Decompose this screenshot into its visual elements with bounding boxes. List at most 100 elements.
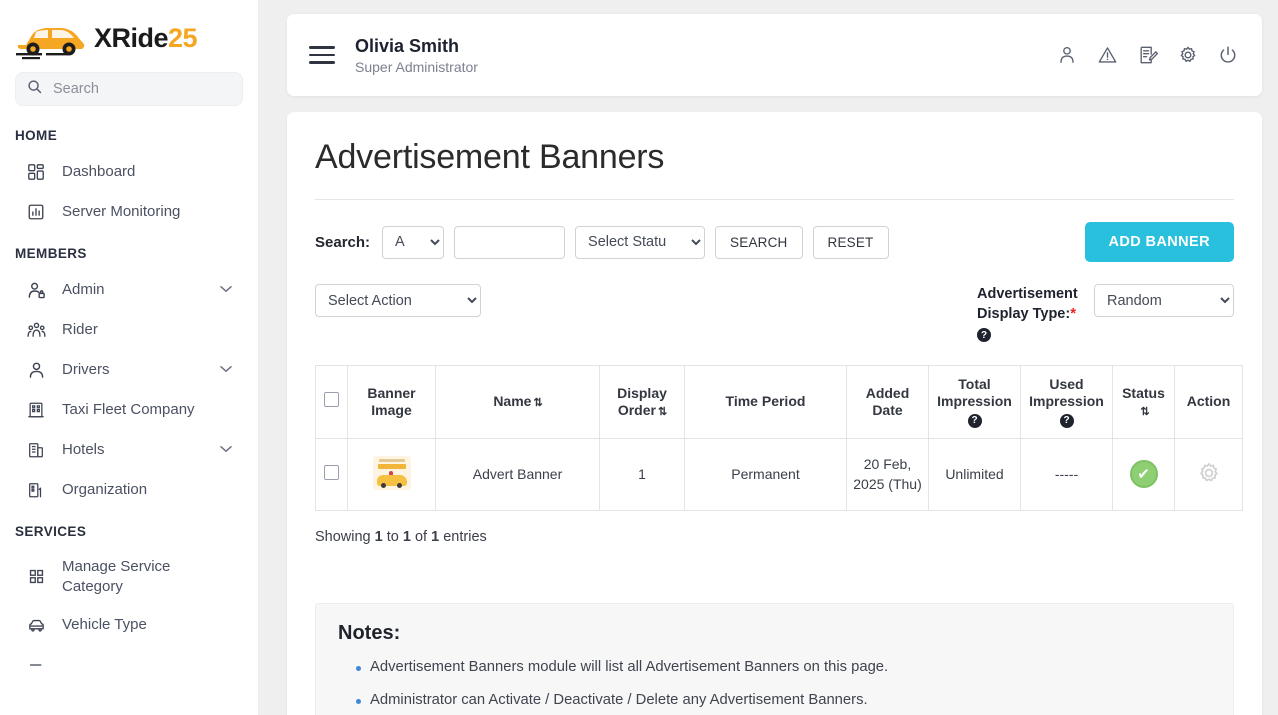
table-showing-info: Showing 1 to 1 of 1 entries	[315, 529, 1234, 545]
showing-total: 1	[431, 529, 439, 545]
user-lock-icon	[25, 279, 47, 301]
sidebar-item-label: Organization	[62, 480, 147, 500]
sidebar-item-partial[interactable]	[0, 645, 258, 685]
th-display-order[interactable]: Display Order⇅	[600, 365, 685, 438]
people-icon	[25, 319, 47, 341]
banner-thumbnail-image[interactable]	[373, 456, 411, 490]
hamburger-menu-icon[interactable]	[309, 46, 335, 63]
table-row: Advert Banner 1 Permanent 20 Feb, 2025 (…	[316, 438, 1243, 510]
add-banner-button[interactable]: ADD BANNER	[1085, 222, 1234, 262]
power-icon[interactable]	[1218, 45, 1238, 65]
row-banner-image-cell	[348, 438, 436, 510]
brand-logo-area[interactable]: XRide25	[0, 0, 258, 72]
chevron-down-icon[interactable]	[220, 364, 232, 376]
main-content: Olivia Smith Super Administrator	[259, 0, 1278, 715]
th-name-label: Name	[493, 393, 531, 409]
title-divider	[315, 199, 1234, 200]
row-name: Advert Banner	[436, 438, 600, 510]
gear-icon[interactable]	[1178, 45, 1198, 65]
row-checkbox[interactable]	[324, 465, 339, 480]
search-button[interactable]: SEARCH	[715, 226, 802, 259]
sidebar-item-label: Admin	[62, 280, 105, 300]
sidebar-search-box[interactable]	[15, 72, 243, 106]
sidebar-item-organization[interactable]: Organization	[0, 470, 258, 510]
search-icon	[27, 79, 42, 99]
sidebar-item-label: Dashboard	[62, 162, 135, 182]
required-asterisk: *	[1070, 305, 1076, 322]
row-action-cell	[1175, 438, 1243, 510]
notes-title: Notes:	[338, 622, 1211, 645]
help-icon[interactable]: ?	[977, 328, 991, 342]
th-added-date: Added Date	[847, 365, 929, 438]
list-item: Administrator can Activate / Deactivate …	[356, 692, 1211, 715]
list-item: Advertisement Banners module will list a…	[356, 659, 1211, 692]
showing-mid: to	[383, 529, 403, 545]
partial-icon	[25, 654, 47, 676]
th-used-impression: Used Impression?	[1021, 365, 1113, 438]
taxi-icon	[25, 614, 47, 636]
display-type-label-text: Advertisement Display Type:	[977, 286, 1078, 322]
search-text-input[interactable]	[454, 226, 565, 259]
grid-icon	[25, 566, 47, 588]
warning-icon[interactable]	[1097, 45, 1118, 65]
chevron-down-icon[interactable]	[220, 444, 232, 456]
row-time-period: Permanent	[685, 438, 847, 510]
sidebar-item-admin[interactable]: Admin	[0, 270, 258, 310]
sidebar-item-label: Manage Service Category	[62, 557, 182, 596]
notes-panel: Notes: Advertisement Banners module will…	[315, 603, 1234, 715]
user-icon	[25, 359, 47, 381]
th-name[interactable]: Name⇅	[436, 365, 600, 438]
reset-button[interactable]: RESET	[813, 226, 889, 259]
hotel-icon	[25, 439, 47, 461]
sidebar-section-home: HOME	[0, 114, 258, 152]
select-action-dropdown[interactable]: Select Action	[315, 284, 481, 317]
help-icon[interactable]: ?	[1060, 414, 1074, 428]
th-total-impression: Total Impression?	[929, 365, 1021, 438]
row-status-cell: ✔	[1113, 438, 1175, 510]
user-icon[interactable]	[1057, 45, 1077, 65]
organization-icon	[25, 479, 47, 501]
sidebar-item-vehicle-type[interactable]: Vehicle Type	[0, 605, 258, 645]
select-all-checkbox[interactable]	[324, 392, 339, 407]
display-type-select[interactable]: Random	[1094, 284, 1234, 317]
edit-document-icon[interactable]	[1138, 45, 1158, 65]
sidebar-item-label: Rider	[62, 320, 98, 340]
chevron-down-icon[interactable]	[220, 284, 232, 296]
content-card: Advertisement Banners Search: All Select…	[287, 112, 1262, 715]
chart-icon	[25, 201, 47, 223]
sidebar-item-manage-service-category[interactable]: Manage Service Category	[0, 548, 258, 605]
action-row: Select Action Advertisement Display Type…	[315, 284, 1234, 343]
status-filter-select[interactable]: Select Status	[575, 226, 705, 259]
search-label: Search:	[315, 234, 370, 251]
search-input[interactable]	[51, 80, 231, 98]
topbar: Olivia Smith Super Administrator	[287, 14, 1262, 96]
status-badge-active[interactable]: ✔	[1130, 460, 1158, 488]
user-block: Olivia Smith Super Administrator	[355, 35, 478, 76]
sidebar-item-server-monitoring[interactable]: Server Monitoring	[0, 192, 258, 232]
building-grid-icon	[25, 399, 47, 421]
sidebar-item-drivers[interactable]: Drivers	[0, 350, 258, 390]
row-display-order: 1	[600, 438, 685, 510]
row-select-cell	[316, 438, 348, 510]
sidebar-item-label: Vehicle Type	[62, 615, 147, 635]
search-scope-select[interactable]: All	[382, 226, 444, 259]
sidebar: XRide25 HOME Dashboard	[0, 0, 259, 715]
sidebar-item-taxi-fleet-company[interactable]: Taxi Fleet Company	[0, 390, 258, 430]
th-select-all	[316, 365, 348, 438]
user-name: Olivia Smith	[355, 35, 478, 58]
sidebar-search-wrapper	[0, 72, 258, 114]
sidebar-item-rider[interactable]: Rider	[0, 310, 258, 350]
help-icon[interactable]: ?	[968, 414, 982, 428]
display-type-label: Advertisement Display Type:*	[977, 284, 1082, 325]
th-action: Action	[1175, 365, 1243, 438]
sidebar-item-hotels[interactable]: Hotels	[0, 430, 258, 470]
sort-icon: ⇅	[658, 406, 666, 418]
table-header-row: Banner Image Name⇅ Display Order⇅ Time P…	[316, 365, 1243, 438]
sidebar-item-dashboard[interactable]: Dashboard	[0, 152, 258, 192]
th-status[interactable]: Status⇅	[1113, 365, 1175, 438]
row-total-impression: Unlimited	[929, 438, 1021, 510]
showing-from: 1	[375, 529, 383, 545]
row-used-impression: -----	[1021, 438, 1113, 510]
brand-name-accent: 25	[168, 23, 197, 53]
row-action-gear-icon[interactable]	[1197, 461, 1221, 485]
